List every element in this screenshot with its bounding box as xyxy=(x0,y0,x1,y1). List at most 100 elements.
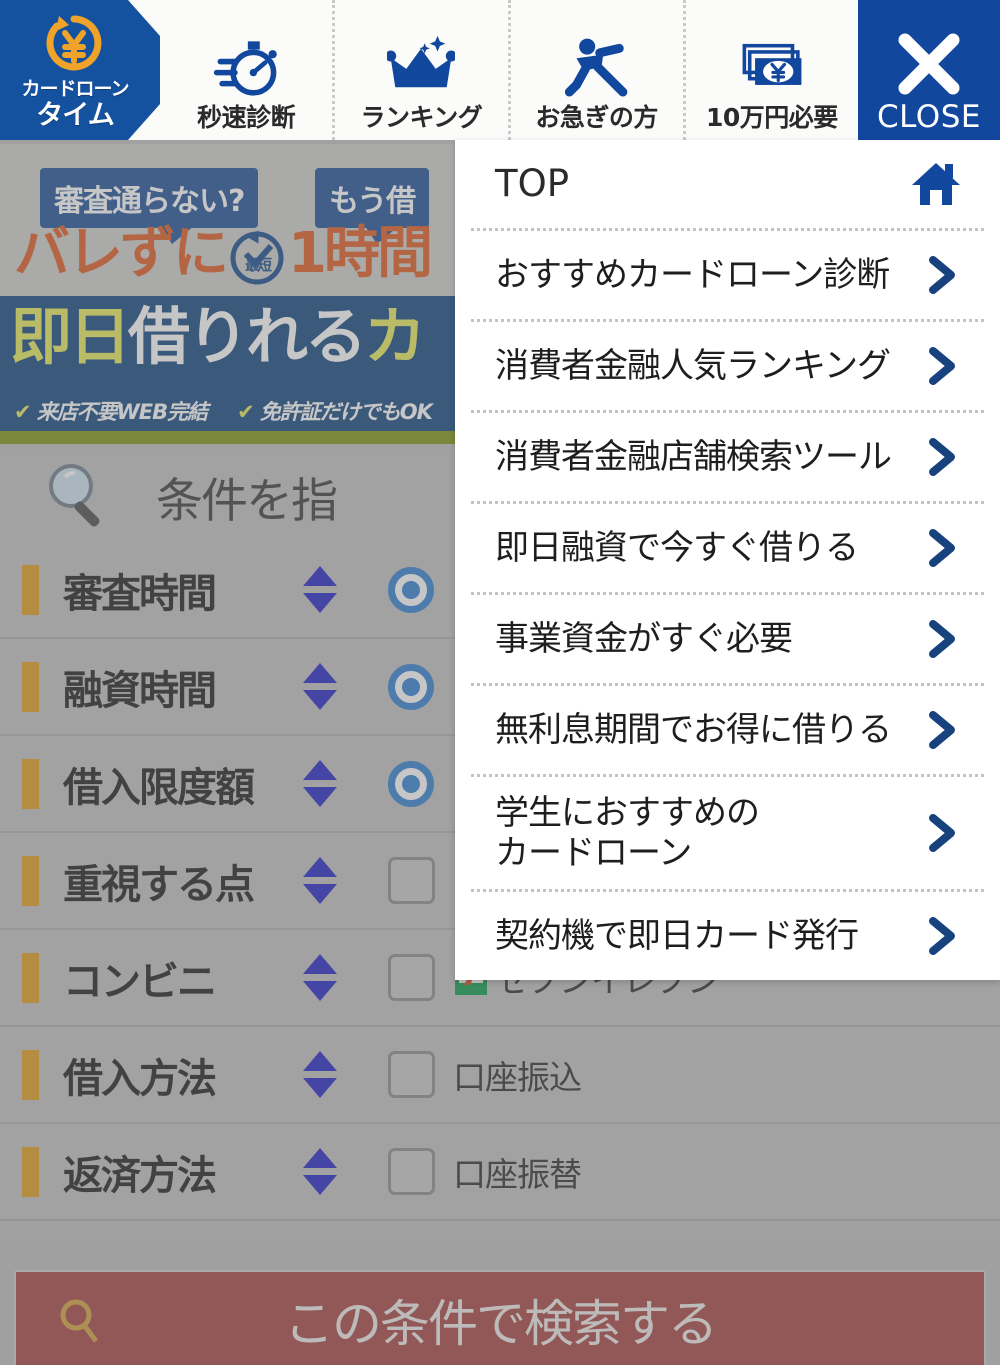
filter-label: 返済方法 xyxy=(63,1152,217,1199)
radio-selected[interactable] xyxy=(388,566,434,613)
magnifier-icon xyxy=(42,459,116,533)
row-accent-bar xyxy=(22,1049,39,1100)
chevron-right-icon xyxy=(920,254,962,296)
option-text: 口座振替 xyxy=(453,1154,582,1194)
sort-updown-icon[interactable] xyxy=(298,1051,342,1098)
header-nav: 秒速診断 ランキング お急ぎの方 10万円必要 xyxy=(160,0,858,140)
yen-coin-refresh-icon xyxy=(43,12,105,74)
close-x-icon xyxy=(895,30,963,98)
menu-item-top[interactable]: TOP xyxy=(455,140,1000,228)
menu-item-recommended-diagnosis[interactable]: おすすめカードローン診断 xyxy=(455,231,1000,319)
site-logo[interactable]: カードローン タイム xyxy=(0,0,160,140)
filter-options[interactable] xyxy=(388,760,434,807)
nav-item-label: ランキング xyxy=(360,103,483,132)
checkbox[interactable] xyxy=(388,857,435,904)
menu-item-label: 即日融資で今すぐ借りる xyxy=(495,527,859,568)
filter-options[interactable]: 口座振込 xyxy=(388,1051,582,1099)
filter-label: 融資時間 xyxy=(63,667,217,714)
sort-updown-icon[interactable] xyxy=(298,954,342,1001)
top-header-bar: カードローン タイム 秒速診断 ランキング お急ぎの方 10万円必要 CLOSE xyxy=(0,0,1000,140)
banner-headline-2: 即日借りれるカ xyxy=(10,306,426,368)
filter-label: 重視する点 xyxy=(63,861,255,908)
table-row[interactable]: 返済方法 口座振替 xyxy=(0,1124,1000,1221)
table-row[interactable]: 借入方法 口座振込 xyxy=(0,1027,1000,1124)
chevron-right-icon xyxy=(920,709,962,751)
menu-item-student-loan[interactable]: 学生におすすめの カードローン xyxy=(455,777,1000,889)
row-accent-bar xyxy=(22,855,39,906)
page-title: 条件を指 xyxy=(156,473,338,529)
nav-item-in-a-hurry[interactable]: お急ぎの方 xyxy=(507,0,683,140)
magnifier-icon xyxy=(56,1296,104,1344)
menu-item-popular-ranking[interactable]: 消費者金融人気ランキング xyxy=(455,322,1000,410)
svg-text:最短: 最短 xyxy=(245,256,272,274)
banner-feature-1-label: 免許証だけでもOK xyxy=(259,400,433,424)
row-accent-bar xyxy=(22,952,39,1003)
sort-updown-icon[interactable] xyxy=(298,760,342,807)
menu-item-same-day-loan[interactable]: 即日融資で今すぐ借りる xyxy=(455,504,1000,592)
menu-item-label: 消費者金融店舗検索ツール xyxy=(495,436,892,477)
menu-item-label: おすすめカードローン診断 xyxy=(495,254,890,295)
menu-item-label: 契約機で即日カード発行 xyxy=(495,915,859,956)
filter-label: コンビニ xyxy=(63,958,217,1005)
filter-label: 審査時間 xyxy=(63,570,217,617)
menu-item-business-funds[interactable]: 事業資金がすぐ必要 xyxy=(455,595,1000,683)
sort-updown-icon[interactable] xyxy=(298,857,342,904)
sort-updown-icon[interactable] xyxy=(298,1148,342,1195)
crown-icon xyxy=(387,31,456,105)
checkbox[interactable] xyxy=(388,1051,435,1098)
banner-headline-2a: 即日 xyxy=(10,300,131,373)
filter-options[interactable] xyxy=(388,663,434,710)
nav-item-instant-diagnosis[interactable]: 秒速診断 xyxy=(160,0,333,140)
close-button-label: CLOSE xyxy=(877,98,981,135)
menu-item-label: TOP xyxy=(495,162,570,206)
banner-bubble-1: 審査通らない? xyxy=(40,168,259,244)
check-icon: ✔ xyxy=(237,400,255,424)
running-person-icon xyxy=(564,31,630,105)
chevron-right-icon xyxy=(920,345,962,387)
checkbox[interactable] xyxy=(388,954,435,1001)
radio-selected[interactable] xyxy=(388,760,434,807)
row-accent-bar xyxy=(22,1146,39,1197)
banknotes-yen-icon xyxy=(739,31,805,105)
search-submit-button[interactable]: この条件で検索する xyxy=(14,1270,986,1365)
menu-item-store-search-tool[interactable]: 消費者金融店舗検索ツール xyxy=(455,413,1000,501)
menu-item-label: 消費者金融人気ランキング xyxy=(495,345,891,386)
search-cta-area: この条件で検索する xyxy=(0,1240,1000,1365)
filter-label: 借入方法 xyxy=(63,1055,217,1102)
menu-item-contract-machine[interactable]: 契約機で即日カード発行 xyxy=(455,892,1000,980)
nav-item-ranking[interactable]: ランキング xyxy=(332,0,508,140)
chevron-right-icon xyxy=(920,618,962,660)
check-icon: ✔ xyxy=(14,400,32,424)
home-icon xyxy=(910,159,962,209)
chevron-right-icon xyxy=(920,436,962,478)
row-accent-bar xyxy=(22,661,39,712)
banner-headline-2b: 借りれる xyxy=(128,300,367,373)
option-label[interactable]: 口座振込 xyxy=(453,1051,582,1099)
nav-item-need-100k[interactable]: 10万円必要 xyxy=(682,0,858,140)
promo-banner[interactable]: 審査通らない? もう借 バレずに 最短 1時間 即日借りれるカ ✔ 来店不要WEB完結… xyxy=(0,144,460,444)
menu-item-interest-free[interactable]: 無利息期間でお得に借りる xyxy=(455,686,1000,774)
nav-item-label: 10万円必要 xyxy=(705,103,838,132)
filter-options[interactable] xyxy=(388,566,434,613)
clock-badge-icon: 最短 xyxy=(226,224,288,286)
filter-options[interactable] xyxy=(388,857,435,904)
banner-feature-0-label: 来店不要WEB完結 xyxy=(36,400,209,424)
banner-headline-2c: カ xyxy=(364,300,426,373)
menu-item-label: 事業資金がすぐ必要 xyxy=(495,618,793,659)
sort-updown-icon[interactable] xyxy=(298,566,342,613)
chevron-right-icon xyxy=(920,915,962,957)
filter-label: 借入限度額 xyxy=(63,764,255,811)
option-label[interactable]: 口座振替 xyxy=(453,1148,582,1196)
option-text: 口座振込 xyxy=(453,1057,582,1097)
banner-features: ✔ 来店不要WEB完結 ✔ 免許証だけでもOK xyxy=(14,396,454,426)
nav-item-label: お急ぎの方 xyxy=(535,103,658,132)
checkbox[interactable] xyxy=(388,1148,435,1195)
radio-selected[interactable] xyxy=(388,663,434,710)
sort-updown-icon[interactable] xyxy=(298,663,342,710)
banner-green-bar xyxy=(0,431,460,444)
close-button[interactable]: CLOSE xyxy=(858,0,1000,140)
banner-feature-1: ✔ 免許証だけでもOK xyxy=(237,396,433,426)
filter-options[interactable]: 口座振替 xyxy=(388,1148,582,1196)
search-submit-label: この条件で検索する xyxy=(284,1294,718,1353)
chevron-right-icon xyxy=(920,527,962,569)
